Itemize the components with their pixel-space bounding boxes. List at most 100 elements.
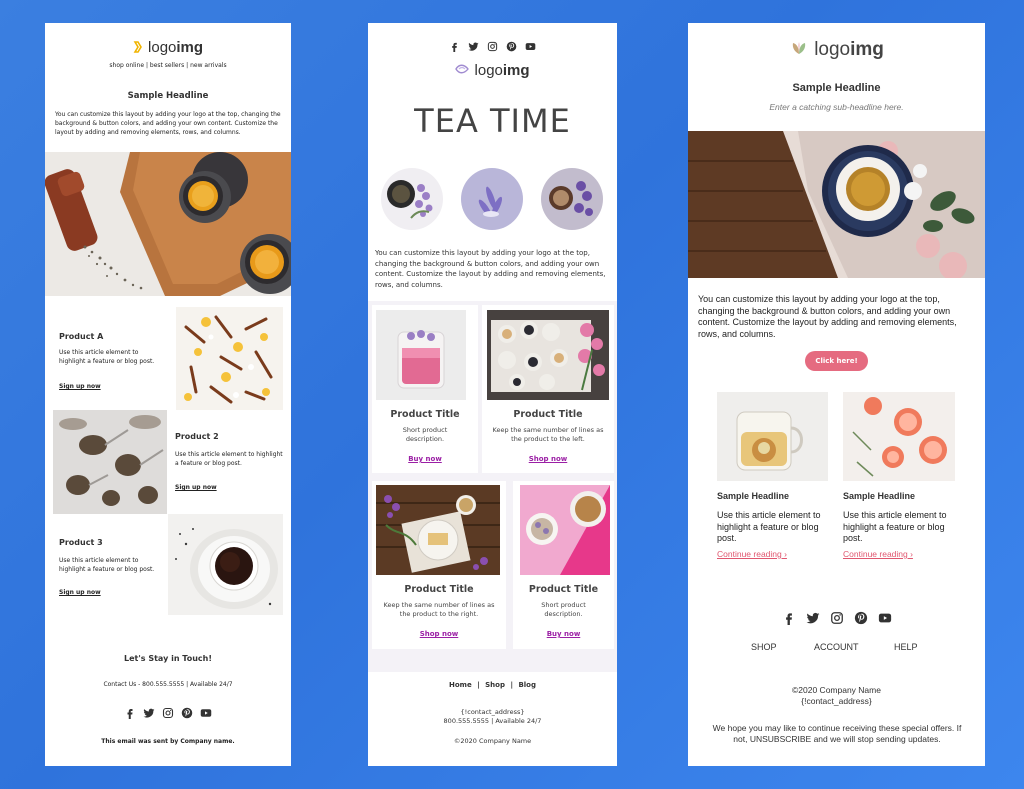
product-2-image bbox=[53, 410, 167, 514]
product-4-link[interactable]: Buy now bbox=[513, 630, 614, 638]
contact-line: 800.555.5555 | Available 24/7 bbox=[443, 717, 542, 725]
nav-link-shop-online[interactable]: shop online bbox=[109, 62, 144, 69]
footer-link-blog[interactable]: Blog bbox=[518, 681, 536, 689]
email-template-1: logoimg shop online | best sellers | new… bbox=[45, 23, 291, 766]
footer-link-shop[interactable]: SHOP bbox=[751, 642, 777, 652]
product-a-desc: Use this article element to highlight a … bbox=[59, 349, 155, 365]
facebook-icon[interactable] bbox=[782, 611, 796, 625]
circle-image-1 bbox=[381, 168, 443, 230]
product-3-link[interactable]: Sign up now bbox=[59, 589, 101, 596]
product-card-1[interactable]: Product Title Short product description.… bbox=[372, 305, 478, 473]
twitter-icon[interactable] bbox=[143, 707, 155, 719]
product-3-image bbox=[376, 485, 500, 575]
pinterest-icon[interactable] bbox=[181, 707, 193, 719]
product-3-desc: Use this article element to highlight a … bbox=[59, 557, 155, 573]
pinterest-icon[interactable] bbox=[506, 41, 517, 52]
logo-text-bold: img bbox=[176, 39, 204, 56]
circle-image-3 bbox=[541, 168, 603, 230]
hero-image bbox=[45, 152, 291, 296]
pinterest-icon[interactable] bbox=[854, 611, 868, 625]
product-4-title: Product Title bbox=[528, 584, 599, 595]
product-2-link[interactable]: Sign up now bbox=[175, 484, 217, 491]
product-2-image bbox=[487, 310, 609, 400]
twitter-icon[interactable] bbox=[806, 611, 820, 625]
product-4-desc: Short product description. bbox=[541, 601, 586, 618]
facebook-icon[interactable] bbox=[124, 707, 136, 719]
contact-line: Contact Us - 800.555.5555 | Available 24… bbox=[103, 681, 233, 688]
product-4-image bbox=[520, 485, 610, 575]
product-1-title: Product Title bbox=[390, 409, 460, 420]
footer-link-help[interactable]: HELP bbox=[894, 642, 918, 652]
nav-separator: | bbox=[145, 62, 148, 69]
contact-address: {!contact_address} bbox=[801, 696, 872, 706]
product-3-link[interactable]: Shop now bbox=[372, 630, 506, 638]
social-icons bbox=[368, 41, 617, 52]
product-2-desc: Keep the same number of lines as the pro… bbox=[492, 426, 604, 443]
instagram-icon[interactable] bbox=[830, 611, 844, 625]
product-1-image bbox=[376, 310, 466, 400]
hero-image bbox=[688, 131, 985, 278]
product-1-link[interactable]: Buy now bbox=[372, 455, 478, 463]
logo-text-light: logo bbox=[814, 39, 851, 60]
product-2-link[interactable]: Shop now bbox=[482, 455, 614, 463]
instagram-icon[interactable] bbox=[162, 707, 174, 719]
nav-separator: | bbox=[186, 62, 189, 69]
nav-link-new-arrivals[interactable]: new arrivals bbox=[190, 62, 227, 69]
article-2-image bbox=[843, 392, 955, 481]
product-card-3[interactable]: Product Title Keep the same number of li… bbox=[372, 481, 506, 649]
product-2-title: Product 2 bbox=[175, 432, 219, 441]
footer-link-account[interactable]: ACCOUNT bbox=[814, 642, 859, 652]
instagram-icon[interactable] bbox=[487, 41, 498, 52]
main-title: TEA TIME bbox=[414, 102, 571, 140]
logo[interactable]: logoimg bbox=[688, 39, 985, 61]
email-template-3: logoimg Sample Headline Enter a catching… bbox=[688, 23, 985, 766]
headline: Sample Headline bbox=[127, 91, 209, 101]
product-1-desc: Short product description. bbox=[402, 426, 448, 443]
headline: Sample Headline bbox=[792, 82, 881, 94]
nav-separator: | bbox=[477, 681, 480, 689]
product-card-4[interactable]: Product Title Short product description.… bbox=[513, 481, 614, 649]
logo-text-bold: img bbox=[502, 62, 530, 79]
logo-icon bbox=[455, 60, 470, 74]
product-3-image bbox=[168, 514, 283, 615]
social-icons bbox=[45, 707, 291, 719]
intro-text: You can customize this layout by adding … bbox=[375, 249, 606, 289]
youtube-icon[interactable] bbox=[878, 611, 892, 625]
subheadline: Enter a catching sub-headline here. bbox=[769, 102, 904, 112]
intro-text: You can customize this layout by adding … bbox=[698, 294, 957, 339]
article-1-link[interactable]: Continue reading › bbox=[717, 549, 787, 559]
facebook-icon[interactable] bbox=[449, 41, 460, 52]
logo-text-bold: img bbox=[850, 39, 884, 60]
unsubscribe-text: We hope you may like to continue receivi… bbox=[712, 723, 962, 744]
copyright: ©2020 Company Name bbox=[453, 737, 532, 745]
logo[interactable]: logoimg bbox=[45, 37, 291, 56]
product-a-link[interactable]: Sign up now bbox=[59, 383, 101, 390]
youtube-icon[interactable] bbox=[200, 707, 212, 719]
product-card-2[interactable]: Product Title Keep the same number of li… bbox=[482, 305, 614, 473]
product-3-title: Product 3 bbox=[59, 538, 103, 547]
nav-link-best-sellers[interactable]: best sellers bbox=[150, 62, 184, 69]
product-2-desc: Use this article element to highlight a … bbox=[175, 451, 283, 467]
logo-text-light: logo bbox=[474, 62, 503, 79]
footer-link-shop[interactable]: Shop bbox=[485, 681, 505, 689]
product-2-title: Product Title bbox=[513, 409, 583, 420]
intro-text: You can customize this layout by adding … bbox=[55, 111, 281, 136]
twitter-icon[interactable] bbox=[468, 41, 479, 52]
stay-in-touch-title: Let's Stay in Touch! bbox=[124, 654, 212, 663]
article-1-desc: Use this article element to highlight a … bbox=[717, 510, 821, 543]
click-here-button[interactable]: Click here! bbox=[805, 351, 868, 371]
article-1-image bbox=[717, 392, 828, 481]
logo-text-light: logo bbox=[148, 39, 177, 56]
article-2-title: Sample Headline bbox=[843, 491, 916, 501]
article-2-link[interactable]: Continue reading › bbox=[843, 549, 913, 559]
footer-nav: Home | Shop | Blog bbox=[368, 681, 617, 689]
product-3-desc: Keep the same number of lines as the pro… bbox=[383, 601, 495, 618]
product-a-title: Product A bbox=[59, 332, 104, 341]
logo-icon bbox=[789, 40, 809, 56]
email-template-2: logoimg TEA TIME You can customize this … bbox=[368, 23, 617, 766]
youtube-icon[interactable] bbox=[525, 41, 536, 52]
footer-link-home[interactable]: Home bbox=[449, 681, 472, 689]
logo[interactable]: logoimg bbox=[368, 60, 617, 79]
footer-text: This email was sent by Company name. bbox=[101, 738, 235, 745]
product-a-image bbox=[176, 307, 283, 410]
